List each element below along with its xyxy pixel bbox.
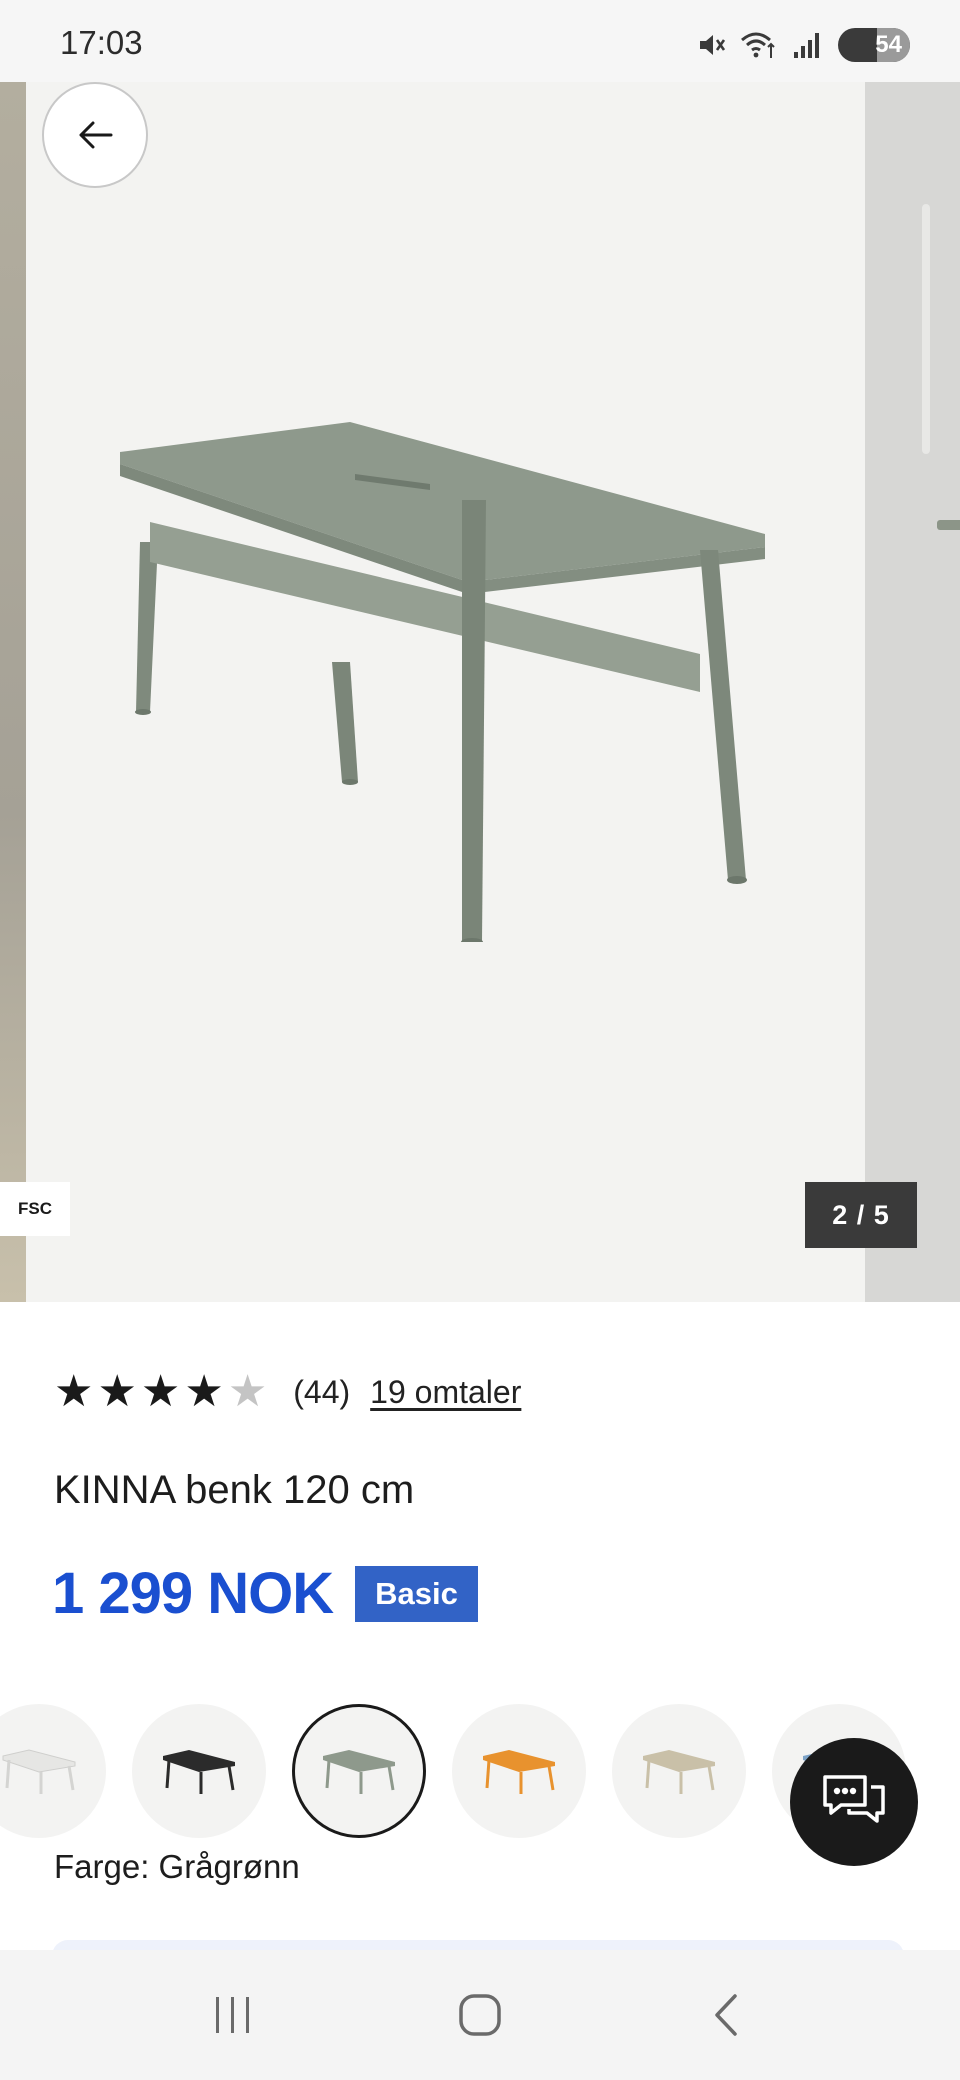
next-image-peek[interactable] [865,82,960,1302]
bench-thumbnail [163,1750,235,1794]
product-title: KINNA benk 120 cm [54,1468,415,1512]
color-swatch-grey-green[interactable] [292,1704,426,1838]
reviews-link[interactable]: 19 omtaler [370,1374,521,1411]
selected-color-label: Farge: Grågrønn [54,1848,300,1885]
product-image-gallery[interactable]: FSC 2 / 5 [0,82,960,1302]
image-counter: 2 / 5 [805,1182,917,1248]
chat-button[interactable] [790,1738,918,1866]
color-swatch-black[interactable] [132,1704,266,1838]
fsc-certification-tag: FSC [0,1182,70,1236]
star-empty-icon: ★ [227,1367,268,1416]
bench-thumbnail [323,1750,395,1794]
basic-badge: Basic [355,1565,478,1622]
battery-icon: 54 [838,28,910,62]
home-icon [459,1994,501,2036]
nav-back-button[interactable] [682,1975,772,2055]
star-filled-icon: ★ [54,1367,94,1416]
bench-thumbnail [643,1750,715,1794]
bench-thumbnail [2,1749,76,1794]
mute-icon [700,35,726,55]
gallery-scroll-indicator [922,204,930,454]
arrow-left-icon [79,121,113,149]
chat-bubbles-icon [823,1775,885,1823]
recent-apps-button[interactable] [188,1975,278,2055]
navigation-bar [0,1950,960,2080]
star-filled-icon: ★ [97,1367,137,1416]
bench-thumbnail [483,1750,555,1794]
color-swatch-orange[interactable] [452,1704,586,1838]
product-rating[interactable]: ★ ★ ★ ★ ★ (44) 19 omtaler [54,1370,521,1414]
rating-count: (44) [293,1373,351,1410]
bench-product-image [120,422,765,942]
back-icon [714,1994,737,2036]
previous-image-peek[interactable] [0,82,26,1302]
back-button[interactable] [42,82,148,188]
price-row: 1 299 NOK Basic [52,1560,478,1627]
signal-icon [794,33,819,58]
product-price: 1 299 NOK [52,1561,334,1626]
status-time: 17:03 [60,24,143,61]
wifi-icon [741,32,775,58]
color-swatch-beige[interactable] [612,1704,746,1838]
status-bar: 17:03 54 [0,0,960,82]
battery-level: 54 [875,31,902,58]
star-filled-icon: ★ [184,1367,224,1416]
home-button[interactable] [435,1975,525,2055]
status-icons: 54 [696,28,910,62]
star-filled-icon: ★ [140,1367,181,1416]
color-swatch-white[interactable] [0,1704,106,1838]
recent-apps-icon [216,1997,250,2033]
